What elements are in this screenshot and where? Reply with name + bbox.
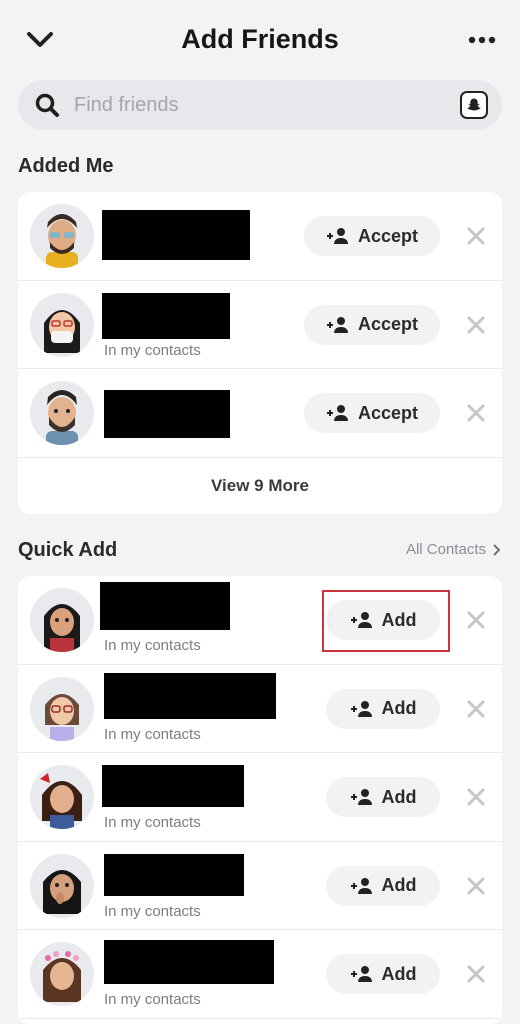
contact-status: In my contacts [104, 902, 201, 920]
chevron-right-icon [493, 543, 500, 556]
avatar[interactable] [30, 853, 94, 918]
redacted-name [102, 765, 244, 807]
add-friend-icon [326, 228, 348, 244]
redacted-name [100, 582, 230, 630]
more-options-icon[interactable] [464, 26, 500, 54]
redacted-name [102, 292, 230, 339]
added-me-card: Accept In my contacts Accept Accept View… [18, 192, 502, 514]
top-bar: Add Friends [0, 0, 520, 80]
section-title-added-me: Added Me [18, 155, 114, 177]
search-input[interactable] [74, 85, 460, 125]
add-label: Add [381, 963, 417, 984]
add-button[interactable]: Add [326, 777, 440, 817]
redacted-name [104, 390, 230, 438]
avatar[interactable] [30, 765, 94, 829]
redacted-name [104, 672, 276, 719]
redacted-name [102, 210, 250, 260]
snapcode-icon[interactable] [460, 91, 488, 119]
accept-label: Accept [357, 225, 419, 246]
all-contacts-label: All Contacts [405, 541, 486, 558]
add-friend-icon [350, 877, 372, 894]
search-icon [35, 93, 59, 117]
list-item[interactable]: In my contacts Add [18, 842, 502, 930]
dismiss-icon[interactable] [466, 610, 486, 630]
contact-status: In my contacts [104, 637, 201, 654]
accept-button[interactable]: Accept [304, 393, 440, 433]
add-friend-icon [326, 405, 348, 421]
contact-status: In my contacts [104, 725, 201, 743]
redacted-name [104, 940, 274, 984]
add-button[interactable]: Add [326, 865, 440, 906]
quick-add-card: In my contacts Add In my contacts Add In… [18, 576, 502, 1024]
add-label: Add [381, 786, 417, 807]
list-item[interactable]: Accept [18, 192, 502, 281]
add-label: Add [381, 609, 417, 630]
list-item[interactable]: In my contacts Add [18, 665, 502, 753]
add-button[interactable]: Add [326, 954, 440, 994]
add-friend-icon [350, 612, 372, 628]
accept-button[interactable]: Accept [304, 216, 440, 256]
contact-status: In my contacts [104, 814, 201, 831]
accept-button[interactable]: Accept [304, 304, 440, 345]
add-friend-icon [326, 316, 348, 333]
all-contacts-link[interactable]: All Contacts [406, 541, 500, 558]
section-title-quick-add: Quick Add [18, 539, 118, 561]
dismiss-icon[interactable] [466, 699, 486, 719]
page-title: Add Friends [181, 24, 339, 54]
list-item[interactable]: In my contacts Add [18, 753, 502, 842]
contact-status: In my contacts [104, 991, 201, 1008]
dismiss-icon[interactable] [466, 787, 486, 807]
dismiss-icon[interactable] [466, 403, 486, 423]
view-more-button[interactable]: View 9 More [18, 458, 502, 514]
avatar[interactable] [30, 676, 94, 741]
add-button[interactable]: Add [326, 688, 440, 729]
add-label: Add [381, 698, 417, 718]
search-bar[interactable] [18, 80, 502, 130]
avatar[interactable] [30, 588, 94, 652]
add-button[interactable]: Add [326, 600, 440, 640]
accept-label: Accept [357, 314, 419, 334]
add-friend-icon [350, 700, 372, 717]
dismiss-icon[interactable] [466, 315, 486, 335]
list-item[interactable]: In my contacts Accept [18, 281, 502, 369]
list-item[interactable]: In my contacts Add [18, 930, 502, 1019]
add-friend-icon [350, 966, 372, 982]
avatar[interactable] [30, 381, 94, 445]
dismiss-icon[interactable] [466, 876, 486, 896]
avatar[interactable] [30, 942, 94, 1006]
list-item[interactable]: Accept [18, 369, 502, 458]
accept-label: Accept [357, 402, 419, 423]
contact-status: In my contacts [104, 341, 201, 359]
list-item[interactable]: In my contacts Add [18, 576, 502, 665]
dismiss-icon[interactable] [466, 964, 486, 984]
add-label: Add [381, 875, 417, 895]
avatar[interactable] [30, 204, 94, 268]
dismiss-icon[interactable] [466, 226, 486, 246]
redacted-name [104, 853, 244, 896]
add-friend-icon [350, 789, 372, 805]
avatar[interactable] [30, 292, 94, 357]
